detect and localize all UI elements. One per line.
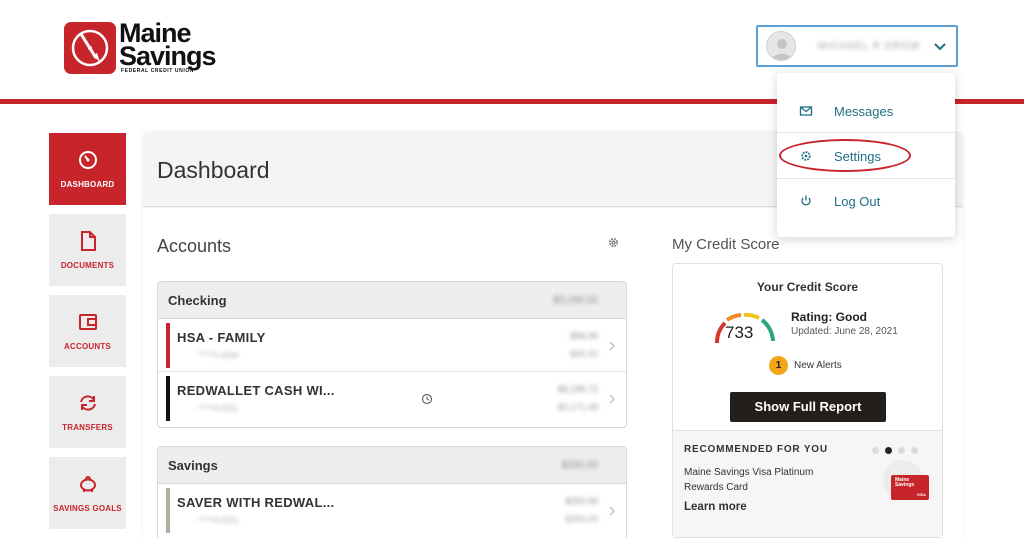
- account-name: REDWALLET CASH WI...: [177, 383, 335, 398]
- avatar: [766, 31, 796, 61]
- chevron-right-icon: [609, 341, 616, 351]
- gear-icon: [801, 151, 811, 161]
- wallet-icon: [78, 314, 97, 330]
- gear-icon[interactable]: [607, 236, 620, 249]
- user-dropdown-menu: Messages Settings Log Out: [777, 73, 955, 237]
- account-available-balance: $3,171.48: [557, 402, 598, 412]
- menu-item-messages[interactable]: Messages: [777, 89, 955, 133]
- piggy-bank-icon: [79, 476, 96, 492]
- credit-score-section-title: My Credit Score: [672, 236, 780, 253]
- sidebar-item-transfers[interactable]: TRANSFERS: [49, 376, 126, 448]
- account-group-header: Checking $3,265.52: [158, 282, 626, 319]
- clock-icon: [421, 393, 433, 405]
- menu-divider: [777, 132, 955, 133]
- account-name: SAVER WITH REDWAL...: [177, 495, 335, 510]
- compass-logo-icon: [64, 22, 116, 74]
- accounts-title: Accounts: [157, 236, 232, 256]
- account-group-total: $3,265.52: [553, 294, 599, 306]
- menu-item-log-out[interactable]: Log Out: [777, 179, 955, 223]
- credit-score-value: 733: [725, 323, 754, 342]
- carousel-dot-active[interactable]: [885, 447, 892, 454]
- sidebar-item-accounts[interactable]: ACCOUNTS: [49, 295, 126, 367]
- user-menu-toggle[interactable]: MICHAEL R DROW: [756, 25, 958, 67]
- credit-updated-date: Updated: June 28, 2021: [791, 326, 898, 337]
- page-title: Dashboard: [157, 157, 270, 183]
- speedometer-icon: [78, 151, 97, 169]
- menu-item-label: Log Out: [834, 193, 881, 209]
- carousel-dot[interactable]: [911, 447, 918, 454]
- sidebar-item-label: DASHBOARD: [60, 180, 115, 189]
- account-group-savings: Savings $250.00 SAVER WITH REDWAL... ***…: [157, 446, 627, 538]
- account-available-balance: $250.00: [565, 514, 598, 524]
- recommended-title: RECOMMENDED FOR YOU: [684, 444, 828, 455]
- sidebar-item-label: ACCOUNTS: [64, 342, 111, 351]
- chevron-right-icon: [609, 394, 616, 404]
- brand-line-2: Savings: [119, 41, 217, 71]
- carousel-dot[interactable]: [872, 447, 879, 454]
- credit-card-brand: Maine Savings: [895, 477, 915, 488]
- credit-score-card-title: Your Credit Score: [756, 280, 859, 294]
- user-silhouette-icon: [772, 39, 792, 60]
- table-row[interactable]: REDWALLET CASH WI... *****0-0011 $3,196.…: [158, 372, 626, 425]
- transfer-arrows-icon: [79, 395, 96, 411]
- account-group-name: Checking: [168, 292, 227, 308]
- alerts-label[interactable]: New Alerts: [794, 360, 842, 371]
- account-current-balance: $3,196.72: [557, 384, 598, 394]
- carousel-dot[interactable]: [898, 447, 905, 454]
- account-available-balance: $95.00: [570, 349, 598, 359]
- menu-item-label: Settings: [834, 148, 881, 164]
- sidebar-item-savings-goals[interactable]: SAVINGS GOALS: [49, 457, 126, 529]
- credit-card-network: VISA: [916, 492, 926, 497]
- gauge-segment-good: [743, 312, 760, 320]
- account-name: HSA - FAMILY: [177, 330, 266, 345]
- chevron-right-icon: [609, 506, 616, 516]
- account-current-balance: $250.00: [565, 496, 598, 506]
- envelope-icon: [799, 106, 813, 116]
- menu-item-settings[interactable]: Settings: [777, 134, 955, 178]
- carousel-dots: [872, 447, 918, 454]
- learn-more-link[interactable]: Learn more: [684, 501, 747, 513]
- menu-item-label: Messages: [834, 103, 894, 119]
- credit-score-card: Your Credit Score 733 Rating: Good Updat…: [672, 263, 943, 538]
- account-group-total: $250.00: [561, 459, 598, 471]
- gauge-segment-fair: [725, 313, 742, 322]
- sidebar-item-label: DOCUMENTS: [60, 261, 115, 270]
- gauge-segment-excellent: [760, 318, 775, 342]
- sidebar-item-dashboard[interactable]: DASHBOARD: [49, 133, 126, 205]
- user-name: MICHAEL R DROW: [818, 40, 921, 52]
- gauge-segment-poor: [714, 321, 727, 344]
- sidebar-item-documents[interactable]: DOCUMENTS: [49, 214, 126, 286]
- table-row[interactable]: SAVER WITH REDWAL... *****0-0021 $250.00…: [158, 484, 626, 537]
- account-group-checking: Checking $3,265.52 HSA - FAMILY *****0-0…: [157, 281, 627, 428]
- account-color-bar: [166, 488, 170, 533]
- account-color-bar: [166, 323, 170, 368]
- credit-rating: Rating: Good: [791, 310, 867, 324]
- credit-card-image: Maine Savings VISA: [891, 475, 929, 500]
- account-current-balance: $95.00: [570, 331, 598, 341]
- power-icon: [801, 195, 811, 206]
- account-color-bar: [166, 376, 170, 421]
- document-icon: [80, 231, 96, 251]
- account-number: *****0-0000: [198, 351, 239, 360]
- account-group-name: Savings: [168, 457, 218, 473]
- chevron-down-icon[interactable]: [932, 39, 948, 55]
- brand-wordmark: Maine Savings FEDERAL CREDIT UNION: [119, 20, 217, 74]
- account-number: *****0-0021: [198, 516, 239, 525]
- alerts-count-badge[interactable]: 1: [769, 356, 788, 375]
- account-group-header: Savings $250.00: [158, 447, 626, 484]
- brand-logo[interactable]: Maine Savings FEDERAL CREDIT UNION: [64, 20, 224, 76]
- recommended-product-name: Maine Savings Visa Platinum Rewards Card: [684, 467, 814, 493]
- page: Maine Savings FEDERAL CREDIT UNION MICHA…: [0, 0, 1024, 538]
- show-full-report-button[interactable]: Show Full Report: [730, 392, 886, 422]
- table-row[interactable]: HSA - FAMILY *****0-0000 $95.00 $95.00: [158, 319, 626, 372]
- sidebar-item-label: SAVINGS GOALS: [53, 504, 122, 513]
- sidebar-item-label: TRANSFERS: [62, 423, 113, 432]
- account-number: *****0-0011: [198, 404, 238, 413]
